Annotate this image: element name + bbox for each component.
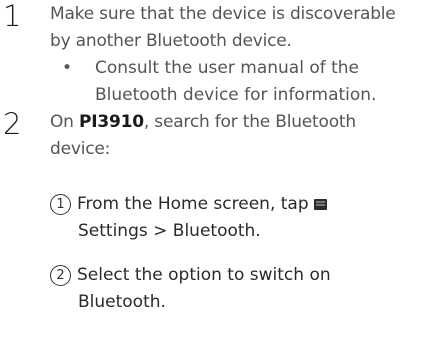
- step-2-text: On PI3910, search for the Bluetooth devi…: [50, 109, 356, 163]
- sub-step-1-line-2: Settings > Bluetooth.: [78, 221, 261, 241]
- settings-app-icon: [313, 199, 327, 210]
- step-1-line-1: Make sure that the device is discoverabl…: [50, 4, 396, 24]
- sub-step-1-line-1: 1 From the Home screen, tap: [50, 191, 327, 218]
- bullet-line-1: Consult the user manual of the: [95, 58, 360, 78]
- step-1-text: Make sure that the device is discoverabl…: [50, 1, 396, 55]
- bullet-icon: •: [62, 58, 73, 78]
- step-2-line-2: device:: [50, 139, 111, 159]
- sub-step-2-line-1: 2 Select the option to switch on: [50, 262, 331, 289]
- step-2-prefix: On: [50, 112, 79, 132]
- sub-step-2-text: Select the option to switch on: [77, 265, 331, 285]
- sub-step-1-text: From the Home screen, tap: [77, 194, 309, 214]
- sub-step-2-line-2: Bluetooth.: [78, 292, 166, 312]
- step-number-1: 1: [3, 0, 22, 33]
- step-2-line-1-rest: , search for the Bluetooth: [143, 112, 356, 132]
- step-1-line-2: by another Bluetooth device.: [50, 31, 292, 51]
- sub-step-2: 2 Select the option to switch on Bluetoot…: [50, 262, 331, 316]
- bullet-text: Consult the user manual of the Bluetooth…: [95, 55, 435, 109]
- device-name: PI3910: [78, 112, 144, 132]
- step-number-2: 2: [3, 107, 22, 141]
- circled-number-1: 1: [50, 194, 71, 215]
- circled-number-2: 2: [50, 265, 71, 286]
- sub-step-1: 1 From the Home screen, tap Settings > Bl…: [50, 191, 327, 245]
- bullet-line-2: Bluetooth device for information.: [95, 85, 377, 105]
- step-2-line-1: On PI3910, search for the Bluetooth: [50, 109, 356, 136]
